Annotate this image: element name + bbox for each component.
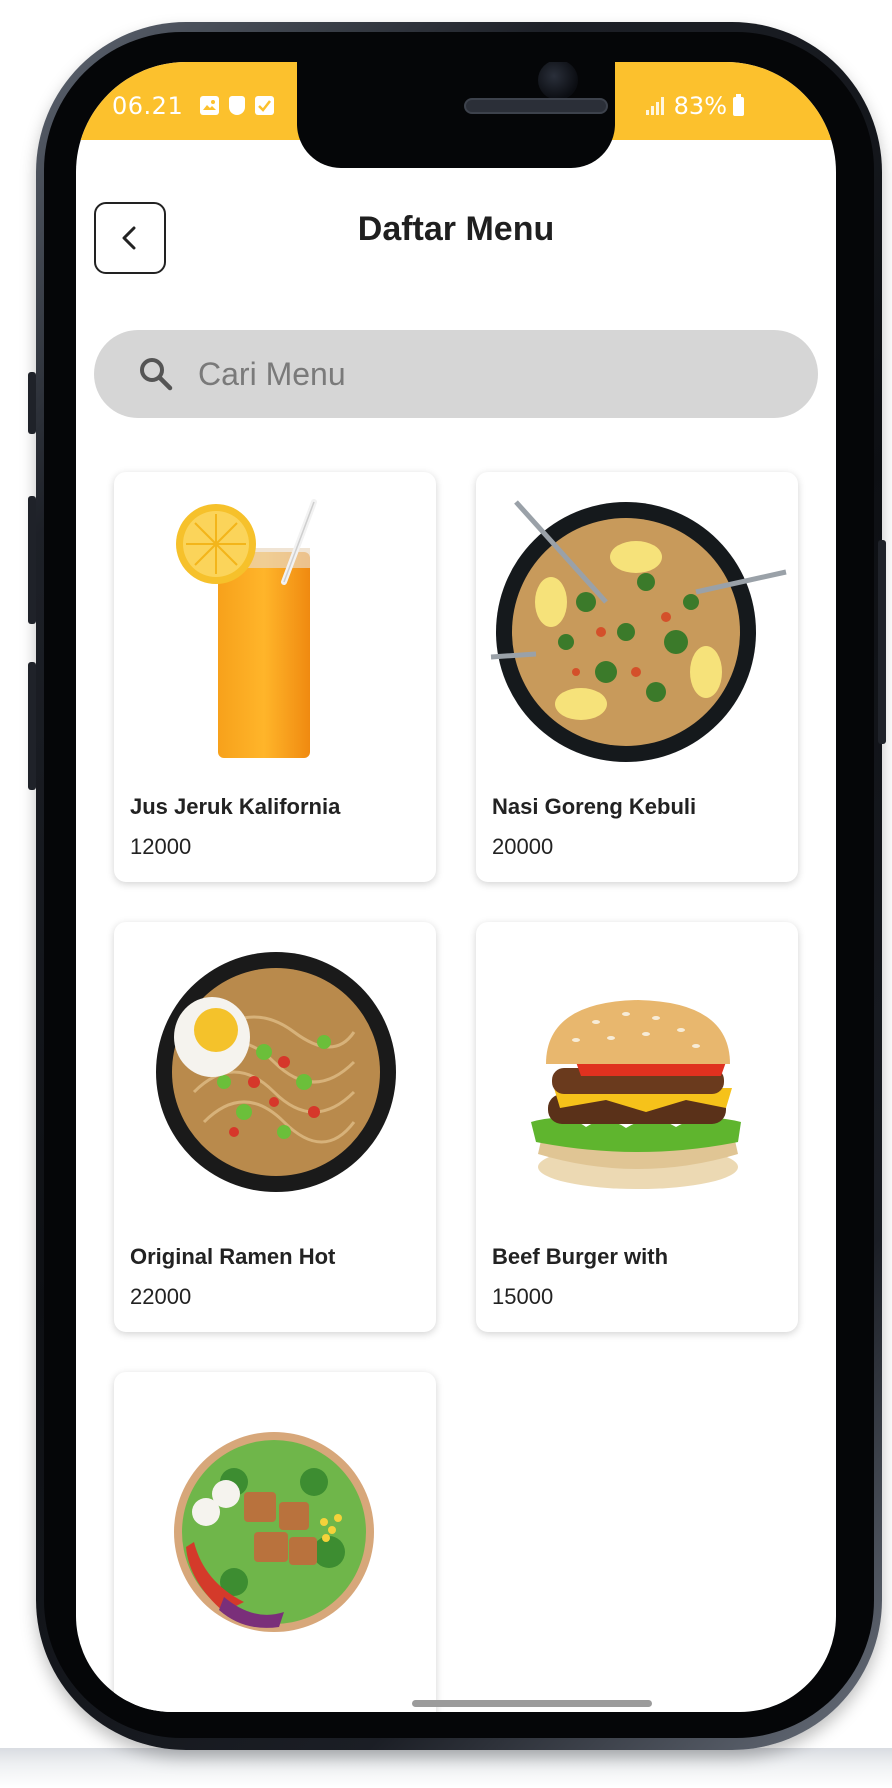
menu-item-price: 20000 — [492, 834, 554, 859]
menu-item-name: Beef Burger with — [492, 1244, 669, 1269]
search-input[interactable] — [196, 354, 760, 394]
menu-item-name: Nasi Goreng Kebuli — [492, 794, 697, 819]
search-icon — [140, 358, 173, 391]
app-screen: 06.21 83% Daftar Menu Cari Menu Jus Jeru… — [76, 62, 836, 1712]
fried-rice-image — [490, 500, 787, 762]
checkbox-icon — [255, 96, 274, 115]
volume-up-button — [28, 496, 36, 624]
mute-switch — [28, 372, 36, 434]
menu-item-price: 15000 — [492, 1284, 554, 1309]
status-system-icons: 83% — [645, 92, 744, 120]
status-notification-icons — [200, 96, 274, 115]
menu-card-nasi-goreng[interactable]: Nasi Goreng Kebuli 20000 — [476, 472, 798, 882]
device-shadow — [0, 1748, 892, 1788]
ramen-bowl-image — [156, 952, 396, 1192]
front-camera — [538, 62, 578, 100]
home-indicator[interactable] — [412, 1700, 652, 1707]
salad-bowl-image — [174, 1432, 374, 1632]
page-title: Daftar Menu — [357, 210, 555, 248]
menu-item-price: 12000 — [130, 834, 192, 859]
volume-down-button — [28, 662, 36, 790]
menu-item-name: Original Ramen Hot — [130, 1244, 336, 1269]
signal-icon — [645, 97, 664, 115]
menu-item-price: 22000 — [130, 1284, 192, 1309]
search-bar[interactable] — [94, 330, 818, 418]
shield-icon — [229, 96, 245, 115]
menu-card-burger[interactable]: Beef Burger with 15000 — [476, 922, 798, 1332]
battery-icon — [733, 93, 744, 116]
camera-notch — [297, 62, 615, 168]
menu-card-salad[interactable] — [114, 1372, 436, 1712]
orange-juice-image — [176, 499, 317, 758]
menu-card-jus-jeruk[interactable]: Jus Jeruk Kalifornia 12000 — [114, 472, 436, 882]
menu-item-name: Jus Jeruk Kalifornia — [130, 794, 341, 819]
power-button — [878, 540, 886, 744]
beef-burger-image — [531, 1000, 741, 1189]
battery-percentage: 83% — [673, 92, 727, 120]
menu-card-ramen[interactable]: Original Ramen Hot 22000 — [114, 922, 436, 1332]
earpiece-speaker — [464, 98, 608, 114]
status-time: 06.21 — [112, 92, 184, 120]
image-icon — [200, 96, 219, 115]
